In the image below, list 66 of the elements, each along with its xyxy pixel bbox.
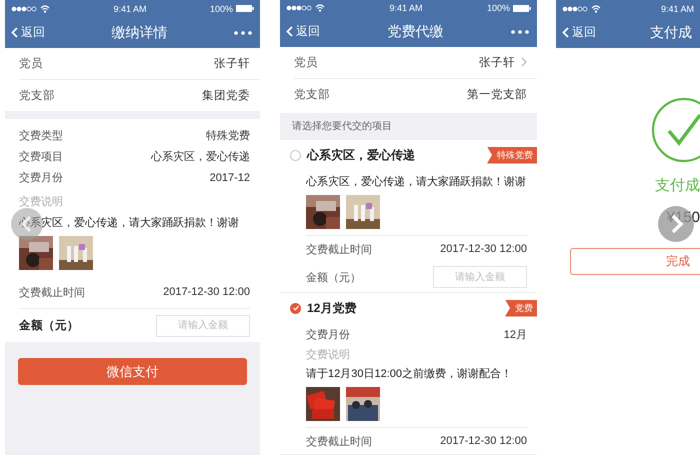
deadline-value: 2017-12-30 12:00 xyxy=(163,286,250,298)
success-message: 支付成 xyxy=(655,176,700,195)
deadline-value: 2017-12-30 12:00 xyxy=(440,243,527,255)
field-value: 2017-12 xyxy=(210,172,250,184)
item-title: 12月党费 xyxy=(307,300,356,316)
battery-level: 100% xyxy=(486,3,510,14)
battery-icon xyxy=(236,5,254,12)
page-title: 缴纳详情 xyxy=(110,24,168,42)
row-label: 党支部 xyxy=(294,87,330,102)
back-chevron-icon xyxy=(11,27,18,38)
done-button[interactable]: 完成 xyxy=(570,248,700,275)
radio-button[interactable] xyxy=(290,150,301,160)
battery-level: 100% xyxy=(210,4,233,14)
wifi-icon xyxy=(315,4,325,12)
battery-icon xyxy=(513,4,531,12)
back-chevron-icon xyxy=(286,26,293,38)
status-time: 9:41 AM xyxy=(112,4,148,14)
row-value: 集团党委 xyxy=(202,88,250,103)
note-text: 心系灾区，爱心传递，请大家踊跃捐款！谢谢 xyxy=(19,216,240,230)
row-value: 张子轩 xyxy=(214,56,250,71)
note-text: 请于12月30日12:00之前缴费，谢谢配合！ xyxy=(306,366,513,381)
signal-icon xyxy=(562,6,588,12)
deadline-label: 交费截止时间 xyxy=(306,434,372,448)
more-icon[interactable] xyxy=(511,30,529,34)
row-label: 党支部 xyxy=(19,88,55,103)
amount-field[interactable]: 请输入金额 xyxy=(433,266,527,288)
field-label: 交费项目 xyxy=(19,150,63,164)
status-time: 9:41 AM xyxy=(660,4,694,14)
page-title: 支付成 xyxy=(649,24,692,42)
wifi-icon xyxy=(40,4,50,12)
deadline-label: 交费截止时间 xyxy=(306,242,372,256)
field-value: 心系灾区，爱心传递 xyxy=(151,150,250,164)
amount-label: 金额（元） xyxy=(306,270,361,284)
tag-label: 特殊党费 xyxy=(487,146,537,164)
amount-field[interactable]: 请输入金额 xyxy=(156,314,250,336)
back-chevron-icon xyxy=(562,27,569,38)
status-time: 9:41 AM xyxy=(388,3,424,14)
note-label: 交费说明 xyxy=(306,348,351,362)
section-header: 请选择您要代交的项目 xyxy=(280,112,537,140)
deadline-value: 2017-12-30 12:00 xyxy=(440,435,527,447)
item-title: 心系灾区，爱心传递 xyxy=(307,146,415,164)
back-button[interactable]: 返回 xyxy=(286,23,320,40)
row-label: 党员 xyxy=(294,56,318,70)
row-value: 张子轩 xyxy=(479,56,515,70)
field-value: 特殊党费 xyxy=(206,129,250,143)
back-button[interactable]: 返回 xyxy=(11,24,45,41)
field-value: 12月 xyxy=(504,328,527,342)
deadline-label: 交费截止时间 xyxy=(19,286,85,300)
field-label: 交费类型 xyxy=(19,128,63,143)
row-value: 第一党支部 xyxy=(467,87,527,102)
amount-label: 金额（元） xyxy=(19,318,79,333)
tag-label: 党费 xyxy=(505,300,537,316)
note-label: 交费说明 xyxy=(19,194,64,209)
more-icon[interactable] xyxy=(234,30,252,34)
row-label: 党员 xyxy=(19,56,43,71)
note-text: 心系灾区，爱心传递，请大家踊跃捐款！谢谢 xyxy=(306,174,527,189)
page-title: 党费代缴 xyxy=(386,22,444,41)
pay-button[interactable]: 微信支付 xyxy=(18,358,247,385)
back-button[interactable]: 返回 xyxy=(562,24,596,41)
signal-icon xyxy=(286,5,312,12)
field-label: 交费月份 xyxy=(306,328,350,342)
wifi-icon xyxy=(591,4,601,12)
chevron-right-icon[interactable] xyxy=(521,57,527,68)
field-label: 交费月份 xyxy=(19,170,63,185)
radio-button[interactable] xyxy=(290,302,301,314)
signal-icon xyxy=(11,6,37,12)
